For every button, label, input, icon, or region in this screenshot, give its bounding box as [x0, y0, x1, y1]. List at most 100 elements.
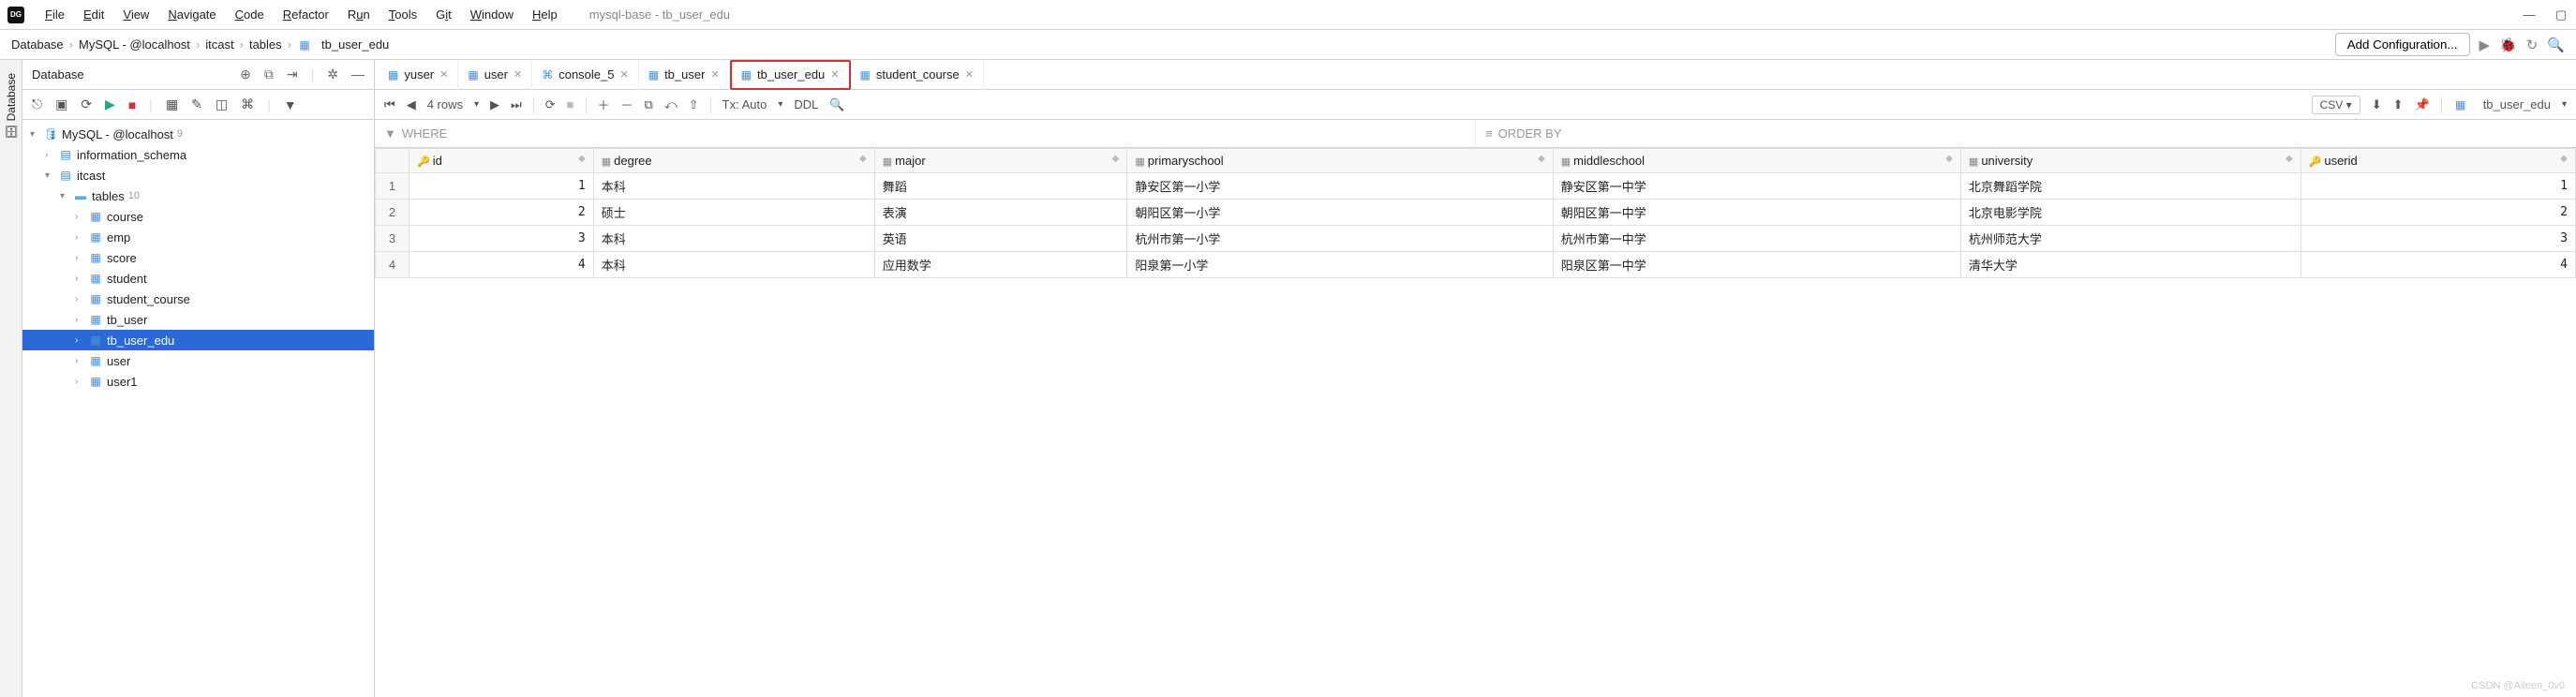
upload-icon[interactable]: ⬆ — [2393, 97, 2404, 112]
cell[interactable]: 杭州市第一中学 — [1553, 226, 1960, 252]
clone-row-icon[interactable]: ⧉ — [645, 97, 653, 112]
chevron-right-icon[interactable]: › — [45, 150, 58, 160]
ddl-button[interactable]: DDL — [794, 97, 818, 111]
row-number[interactable]: 2 — [376, 200, 409, 226]
tree-table-item[interactable]: ›▦course — [22, 206, 374, 227]
menu-edit[interactable]: Edit — [74, 4, 113, 25]
cell[interactable]: 阳泉区第一中学 — [1553, 252, 1960, 278]
filter-icon[interactable]: ▣ — [55, 96, 67, 112]
tree-table-item[interactable]: ›▦user1 — [22, 371, 374, 392]
tree-datasource[interactable]: ▾ 🛢 MySQL - @localhost 9 — [22, 124, 374, 144]
menu-run[interactable]: Run — [338, 4, 380, 25]
editor-tab[interactable]: ⌘console_5✕ — [532, 60, 639, 90]
cell[interactable]: 3 — [2301, 226, 2575, 252]
cell[interactable]: 杭州师范大学 — [1960, 226, 2301, 252]
breadcrumb-item[interactable]: itcast — [205, 37, 233, 52]
tree-table-item[interactable]: ›▦tb_user_edu — [22, 330, 374, 350]
table-icon[interactable]: ▦ — [166, 96, 178, 112]
sort-icon[interactable]: ◆ — [1945, 154, 1953, 164]
edit-icon[interactable]: ✎ — [191, 96, 202, 112]
chevron-right-icon[interactable]: › — [75, 274, 88, 284]
cell[interactable]: 应用数学 — [874, 252, 1127, 278]
menu-window[interactable]: Window — [461, 4, 523, 25]
database-tool-tab[interactable]: 🗄 Database — [3, 67, 20, 144]
cell[interactable]: 清华大学 — [1960, 252, 2301, 278]
maximize-button[interactable]: ▢ — [2554, 7, 2569, 22]
close-icon[interactable]: ✕ — [710, 68, 719, 81]
cell[interactable]: 舞蹈 — [874, 173, 1127, 200]
column-header[interactable]: 🔑userid◆ — [2301, 149, 2575, 173]
table-row[interactable]: 44本科应用数学阳泉第一小学阳泉区第一中学清华大学4 — [376, 252, 2576, 278]
cell[interactable]: 朝阳区第一中学 — [1553, 200, 1960, 226]
add-configuration-button[interactable]: Add Configuration... — [2335, 33, 2470, 56]
cell[interactable]: 1 — [409, 173, 594, 200]
cell[interactable]: 3 — [409, 226, 594, 252]
column-header[interactable]: ▦middleschool◆ — [1553, 149, 1960, 173]
sort-icon[interactable]: ◆ — [1112, 154, 1120, 164]
row-number[interactable]: 4 — [376, 252, 409, 278]
prev-page-icon[interactable]: ◀ — [407, 97, 416, 112]
cell[interactable]: 静安区第一小学 — [1127, 173, 1553, 200]
chevron-right-icon[interactable]: › — [75, 212, 88, 222]
menu-navigate[interactable]: Navigate — [158, 4, 225, 25]
dropdown-icon[interactable]: ▾ — [778, 99, 782, 110]
remove-row-icon[interactable]: － — [621, 96, 633, 113]
row-number-header[interactable] — [376, 149, 409, 173]
run-icon[interactable]: ▶ — [105, 96, 115, 112]
chevron-right-icon[interactable]: › — [75, 253, 88, 263]
search-icon[interactable]: 🔍 — [2547, 37, 2565, 53]
menu-git[interactable]: Git — [426, 4, 461, 25]
sort-icon[interactable]: ◆ — [578, 154, 586, 164]
tree-table-item[interactable]: ›▦tb_user — [22, 309, 374, 330]
sort-icon[interactable]: ◆ — [2560, 154, 2568, 164]
tree-table-item[interactable]: ›▦student_course — [22, 289, 374, 309]
debug-icon[interactable]: 🐞 — [2499, 37, 2517, 53]
editor-tab[interactable]: ▦user✕ — [458, 60, 532, 90]
column-header[interactable]: ▦university◆ — [1960, 149, 2301, 173]
table-row[interactable]: 33本科英语杭州市第一小学杭州市第一中学杭州师范大学3 — [376, 226, 2576, 252]
editor-tab[interactable]: ▦tb_user_edu✕ — [730, 60, 851, 90]
where-filter[interactable]: ▼ WHERE — [375, 120, 1476, 147]
menu-help[interactable]: Help — [523, 4, 567, 25]
tree-table-item[interactable]: ›▦emp — [22, 227, 374, 247]
close-icon[interactable]: ✕ — [620, 68, 629, 81]
dropdown-icon[interactable]: ▾ — [474, 99, 479, 110]
table-row[interactable]: 11本科舞蹈静安区第一小学静安区第一中学北京舞蹈学院1 — [376, 173, 2576, 200]
breadcrumb-item[interactable]: tb_user_edu — [321, 37, 389, 52]
rerun-icon[interactable]: ↻ — [2526, 37, 2539, 53]
cell[interactable]: 本科 — [593, 226, 874, 252]
jump-icon[interactable]: ⎋ — [32, 96, 42, 112]
cell[interactable]: 4 — [2301, 252, 2575, 278]
diagram-icon[interactable]: ◫ — [216, 96, 228, 112]
menu-view[interactable]: View — [113, 4, 158, 25]
breadcrumb-item[interactable]: tables — [249, 37, 282, 52]
chevron-right-icon[interactable]: › — [75, 377, 88, 387]
cell[interactable]: 北京舞蹈学院 — [1960, 173, 2301, 200]
cell[interactable]: 朝阳区第一小学 — [1127, 200, 1553, 226]
cell[interactable]: 阳泉第一小学 — [1127, 252, 1553, 278]
cell[interactable]: 杭州市第一小学 — [1127, 226, 1553, 252]
minimize-button[interactable]: — — [2522, 7, 2537, 22]
cell[interactable]: 表演 — [874, 200, 1127, 226]
run-icon[interactable]: ▶ — [2479, 37, 2491, 53]
stop-icon[interactable]: ■ — [567, 97, 574, 111]
close-icon[interactable]: ✕ — [439, 68, 448, 81]
cell[interactable]: 2 — [2301, 200, 2575, 226]
close-icon[interactable]: ✕ — [965, 68, 974, 81]
tree-table-item[interactable]: ›▦student — [22, 268, 374, 289]
console-icon[interactable]: ⌘ — [241, 96, 254, 112]
cell[interactable]: 英语 — [874, 226, 1127, 252]
rows-label[interactable]: 4 rows — [427, 97, 463, 111]
tree-tables-folder[interactable]: ▾ ▬ tables 10 — [22, 185, 374, 206]
column-header[interactable]: 🔑id◆ — [409, 149, 594, 173]
close-icon[interactable]: ✕ — [514, 68, 522, 81]
export-format-button[interactable]: CSV ▾ — [2312, 96, 2360, 114]
table-row[interactable]: 22硕士表演朝阳区第一小学朝阳区第一中学北京电影学院2 — [376, 200, 2576, 226]
add-icon[interactable]: ⊕ — [240, 67, 251, 82]
chevron-down-icon[interactable]: ▾ — [30, 129, 43, 140]
chevron-right-icon[interactable]: › — [75, 356, 88, 366]
orderby-filter[interactable]: ≡ ORDER BY — [1476, 120, 2576, 147]
chevron-down-icon[interactable]: ▾ — [45, 171, 58, 181]
commit-icon[interactable]: ⇧ — [689, 97, 699, 112]
next-page-icon[interactable]: ▶ — [490, 97, 499, 112]
